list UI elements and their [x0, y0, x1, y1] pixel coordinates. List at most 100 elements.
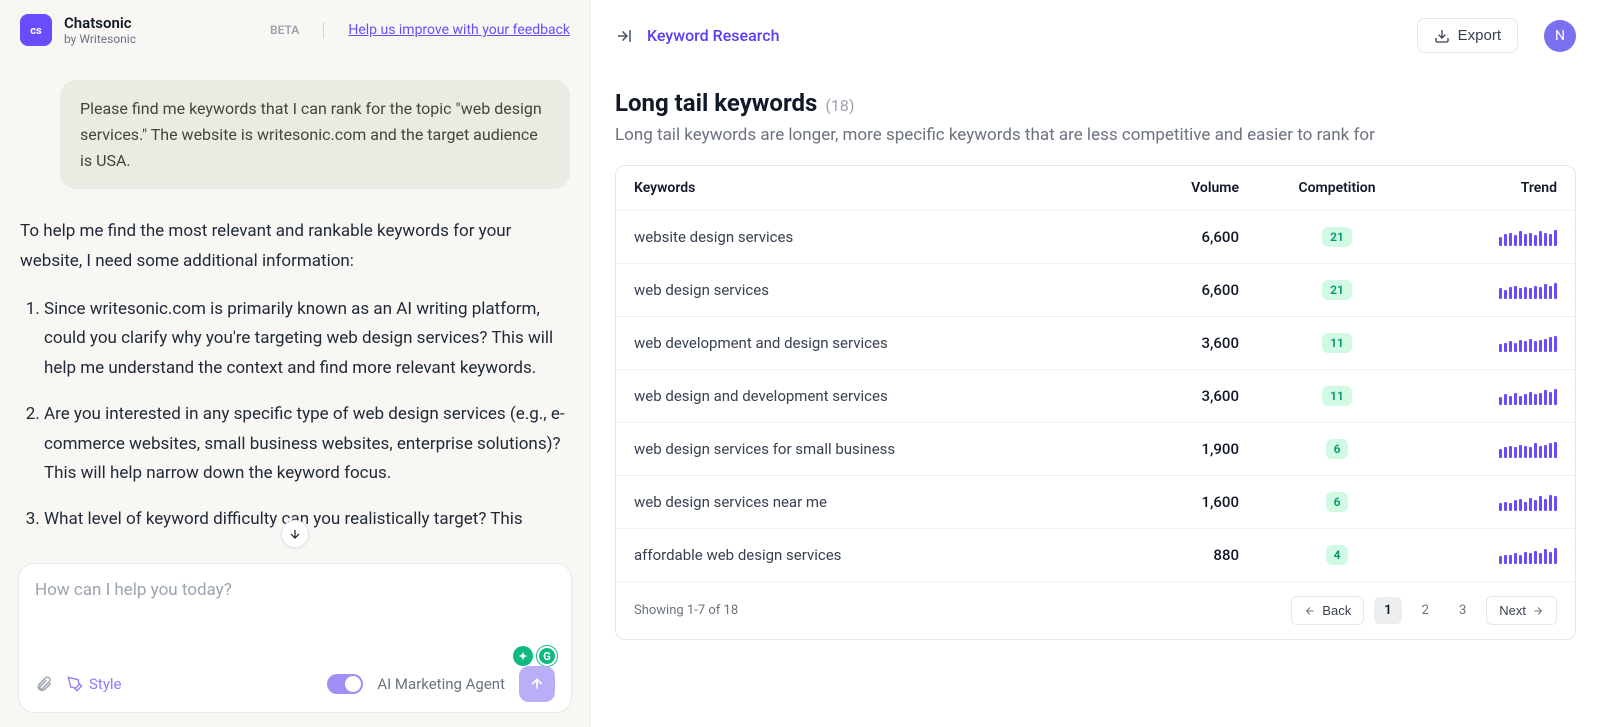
- trend-bar: [1544, 233, 1547, 246]
- agent-toggle[interactable]: [327, 674, 363, 694]
- trend-bar: [1529, 233, 1532, 246]
- trend-cell: [1417, 281, 1557, 299]
- trend-bar: [1509, 503, 1512, 511]
- trend-bar: [1534, 443, 1537, 458]
- competition-cell: 4: [1257, 545, 1417, 565]
- competition-cell: 6: [1257, 492, 1417, 512]
- results-header: Keyword Research Export N: [615, 18, 1576, 53]
- attach-button[interactable]: [35, 675, 53, 693]
- trend-bar: [1534, 551, 1537, 564]
- keyword-cell: web design and development services: [634, 387, 1117, 405]
- trend-bar: [1549, 392, 1552, 405]
- trend-bar: [1549, 495, 1552, 511]
- trend-bar: [1514, 235, 1517, 246]
- trend-bar: [1509, 341, 1512, 352]
- table-row[interactable]: affordable web design services8804: [616, 529, 1575, 581]
- trend-bar: [1529, 339, 1532, 352]
- arrow-left-icon: [1304, 605, 1316, 617]
- section-count: (18): [825, 96, 854, 115]
- trend-bar: [1504, 290, 1507, 299]
- next-label: Next: [1499, 603, 1526, 618]
- trend-bar: [1499, 397, 1502, 405]
- trend-cell: [1417, 387, 1557, 405]
- competition-cell: 11: [1257, 333, 1417, 353]
- composer: ✦ G Style AI Marketing Agent: [18, 563, 572, 713]
- trend-bar: [1554, 230, 1557, 246]
- brand-logo: cs: [20, 14, 52, 46]
- trend-bar: [1529, 553, 1532, 564]
- trend-bar: [1534, 500, 1537, 511]
- trend-bar: [1504, 394, 1507, 405]
- brand-text: Chatsonic by Writesonic: [64, 14, 136, 46]
- page-3[interactable]: 3: [1449, 597, 1476, 624]
- competition-cell: 6: [1257, 439, 1417, 459]
- trend-bar: [1524, 552, 1527, 564]
- user-message: Please find me keywords that I can rank …: [60, 80, 570, 189]
- table-row[interactable]: web design services for small business1,…: [616, 423, 1575, 476]
- export-button[interactable]: Export: [1417, 18, 1518, 53]
- pagination-next[interactable]: Next: [1486, 596, 1557, 625]
- trend-bar: [1514, 393, 1517, 405]
- assistant-extension-icon[interactable]: ✦: [513, 646, 533, 666]
- trend-bar: [1519, 499, 1522, 511]
- scroll-down-button[interactable]: [281, 520, 309, 548]
- trend-bar: [1514, 343, 1517, 352]
- back-label: Back: [1322, 603, 1351, 618]
- trend-bar: [1514, 553, 1517, 564]
- trend-bar: [1544, 499, 1547, 511]
- send-button[interactable]: [519, 666, 555, 702]
- keyword-cell: affordable web design services: [634, 546, 1117, 564]
- trend-bar: [1499, 237, 1502, 246]
- feedback-link[interactable]: Help us improve with your feedback: [348, 22, 570, 38]
- trend-bar: [1544, 445, 1547, 458]
- trend-bar: [1539, 287, 1542, 299]
- grammarly-icon[interactable]: G: [537, 646, 557, 666]
- pagination: Showing 1-7 of 18 Back 1 2 3 Next: [616, 581, 1575, 639]
- user-avatar[interactable]: N: [1544, 20, 1576, 52]
- col-header-competition: Competition: [1257, 180, 1417, 196]
- table-row[interactable]: web design services6,60021: [616, 264, 1575, 317]
- col-header-keywords: Keywords: [634, 180, 1117, 196]
- trend-bar: [1554, 336, 1557, 352]
- trend-bar: [1549, 234, 1552, 246]
- col-header-volume: Volume: [1117, 180, 1257, 196]
- prompt-input[interactable]: [35, 580, 555, 652]
- table-row[interactable]: web development and design services3,600…: [616, 317, 1575, 370]
- trend-bar: [1554, 496, 1557, 511]
- trend-bar: [1499, 288, 1502, 299]
- pagination-back[interactable]: Back: [1291, 596, 1364, 625]
- trend-bar: [1544, 390, 1547, 405]
- trend-bar: [1519, 396, 1522, 405]
- competition-badge: 11: [1322, 333, 1352, 353]
- trend-bar: [1529, 498, 1532, 511]
- chat-scroll[interactable]: Please find me keywords that I can rank …: [0, 60, 590, 553]
- col-header-trend: Trend: [1417, 180, 1557, 196]
- paperclip-icon: [35, 675, 53, 693]
- page-2[interactable]: 2: [1412, 597, 1439, 624]
- keyword-cell: web design services near me: [634, 493, 1117, 511]
- grammarly-badges: ✦ G: [35, 646, 557, 666]
- collapse-button[interactable]: [615, 27, 633, 45]
- trend-cell: [1417, 228, 1557, 246]
- trend-bar: [1519, 231, 1522, 246]
- assistant-question: Since writesonic.com is primarily known …: [44, 295, 570, 384]
- breadcrumb[interactable]: Keyword Research: [647, 26, 779, 45]
- table-row[interactable]: website design services6,60021: [616, 211, 1575, 264]
- trend-bar: [1514, 447, 1517, 458]
- table-row[interactable]: web design services near me1,6006: [616, 476, 1575, 529]
- trend-bar: [1499, 344, 1502, 352]
- competition-badge: 4: [1326, 545, 1349, 565]
- trend-bar: [1554, 548, 1557, 564]
- trend-bar: [1509, 396, 1512, 405]
- trend-bar: [1504, 502, 1507, 511]
- page-1[interactable]: 1: [1374, 597, 1401, 624]
- trend-bar: [1544, 549, 1547, 564]
- keyword-cell: web design services: [634, 281, 1117, 299]
- beta-badge: BETA: [270, 23, 299, 37]
- style-button[interactable]: Style: [67, 675, 122, 693]
- trend-bar: [1529, 288, 1532, 299]
- keyword-cell: website design services: [634, 228, 1117, 246]
- download-icon: [1434, 28, 1450, 44]
- composer-footer: Style AI Marketing Agent: [35, 666, 555, 702]
- table-row[interactable]: web design and development services3,600…: [616, 370, 1575, 423]
